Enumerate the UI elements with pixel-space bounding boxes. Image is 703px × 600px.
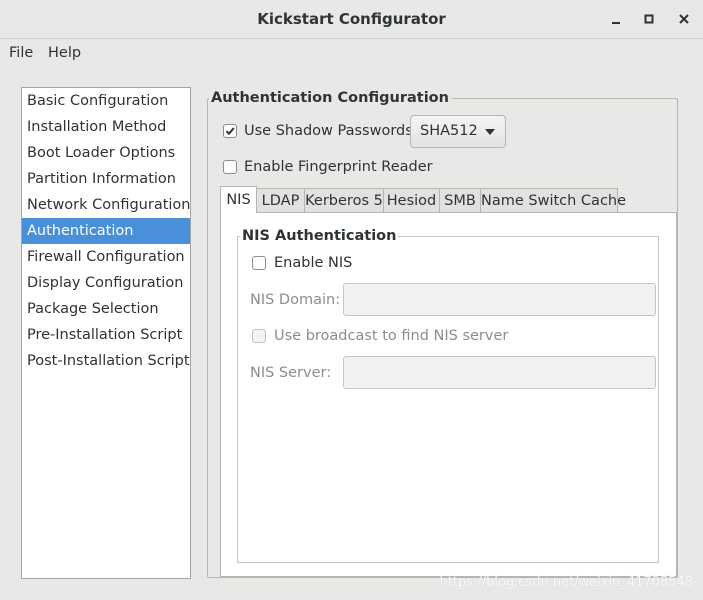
sidebar-item-display-configuration[interactable]: Display Configuration <box>22 270 190 296</box>
checkmark-icon <box>225 127 235 136</box>
nis-server-input[interactable] <box>343 356 656 389</box>
maximize-button[interactable] <box>638 8 660 30</box>
use-broadcast-checkbox[interactable] <box>252 329 266 343</box>
sidebar-item-package-selection[interactable]: Package Selection <box>22 296 190 322</box>
authentication-frame-label: Authentication Configuration <box>209 88 452 108</box>
sidebar-item-network-configuration[interactable]: Network Configuration <box>22 192 191 218</box>
dropdown-arrow-icon <box>485 129 495 135</box>
tab-smb[interactable]: SMB <box>439 188 481 212</box>
nis-server-label: NIS Server: <box>250 365 332 381</box>
fingerprint-reader-label[interactable]: Enable Fingerprint Reader <box>244 157 433 177</box>
sidebar-item-installation-method[interactable]: Installation Method <box>22 114 190 140</box>
close-icon <box>679 14 689 24</box>
sidebar-item-basic-configuration[interactable]: Basic Configuration <box>22 88 190 114</box>
tab-hesiod[interactable]: Hesiod <box>383 188 440 212</box>
fingerprint-reader-checkbox[interactable] <box>223 160 237 174</box>
enable-nis-label[interactable]: Enable NIS <box>274 253 352 273</box>
tab-nis[interactable]: NIS <box>220 186 257 213</box>
use-broadcast-label[interactable]: Use broadcast to find NIS server <box>274 326 508 346</box>
minimize-icon <box>612 22 620 24</box>
minimize-button[interactable] <box>605 8 627 30</box>
close-button[interactable] <box>673 8 695 30</box>
sidebar-item-boot-loader-options[interactable]: Boot Loader Options <box>22 140 190 166</box>
sidebar-item-post-installation-script[interactable]: Post-Installation Script <box>22 348 190 374</box>
nis-domain-input[interactable] <box>343 283 656 316</box>
menu-bar <box>0 39 703 67</box>
shadow-passwords-label[interactable]: Use Shadow Passwords <box>244 121 413 141</box>
section-list: Basic Configuration Installation Method … <box>21 87 191 579</box>
hash-algorithm-value: SHA512 <box>420 123 478 139</box>
watermark-text: https://blog.csdn.net/weixin_41708548 <box>439 575 693 590</box>
sidebar-item-firewall-configuration[interactable]: Firewall Configuration <box>22 244 190 270</box>
sidebar-item-pre-installation-script[interactable]: Pre-Installation Script <box>22 322 190 348</box>
enable-nis-checkbox[interactable] <box>252 256 266 270</box>
maximize-icon <box>644 14 654 24</box>
sidebar-item-authentication[interactable]: Authentication <box>22 218 190 244</box>
sidebar-item-partition-information[interactable]: Partition Information <box>22 166 190 192</box>
tab-name-switch-cache[interactable]: Name Switch Cache <box>480 188 626 212</box>
nis-authentication-label: NIS Authentication <box>240 226 399 246</box>
hash-algorithm-select[interactable]: SHA512 <box>410 115 506 148</box>
tab-ldap[interactable]: LDAP <box>256 188 305 212</box>
window-title: Kickstart Configurator <box>257 10 446 28</box>
menu-file[interactable]: File <box>9 43 33 63</box>
menu-help[interactable]: Help <box>48 43 81 63</box>
shadow-passwords-checkbox[interactable] <box>223 124 237 138</box>
tab-kerberos-5[interactable]: Kerberos 5 <box>304 188 384 212</box>
nis-domain-label: NIS Domain: <box>250 292 341 308</box>
